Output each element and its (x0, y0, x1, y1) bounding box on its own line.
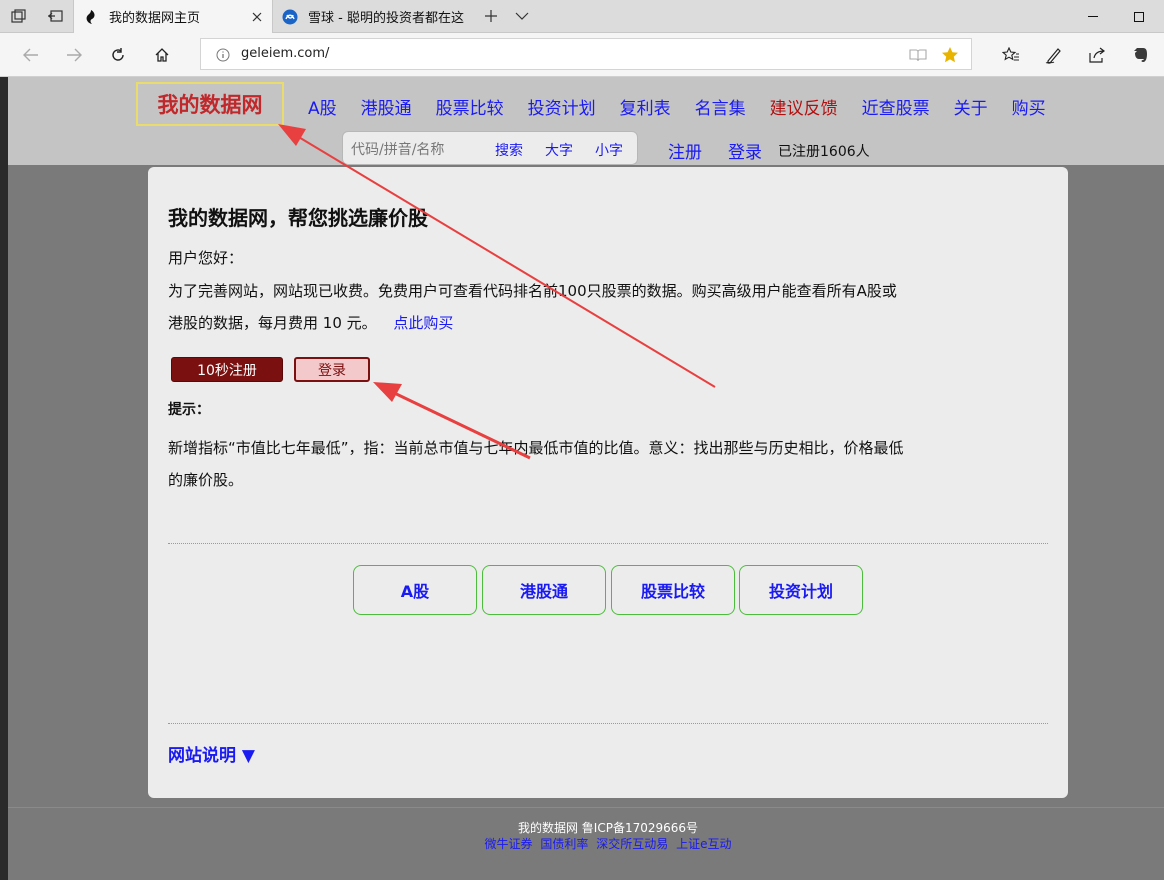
notice-text-line2: 港股的数据，每月费用 10 元。 点此购买 (168, 307, 1048, 339)
back-icon[interactable] (18, 42, 44, 68)
nav-feedback[interactable]: 建议反馈 (770, 94, 838, 120)
nav-compound-table[interactable]: 复利表 (620, 94, 671, 120)
quick-a-shares-button[interactable]: A股 (353, 565, 477, 615)
login-button[interactable]: 登录 (294, 357, 370, 382)
register-link[interactable]: 注册 (668, 138, 702, 163)
info-icon[interactable] (215, 47, 231, 63)
site-header: 我的数据网 A股 港股通 股票比较 投资计划 复利表 名言集 建议反馈 近查股票… (8, 77, 1164, 165)
tab-mydata-home[interactable]: 我的数据网主页 (73, 0, 273, 33)
main-nav: A股 港股通 股票比较 投资计划 复利表 名言集 建议反馈 近查股票 关于 购买 (308, 94, 1070, 120)
page-title: 我的数据网，帮您挑选廉价股 (168, 206, 428, 230)
footer-divider (8, 807, 1164, 808)
registered-count: 已注册1606人 (778, 144, 870, 160)
tab-title: 雪球 - 聪明的投资者都在这 (308, 11, 464, 26)
search-input[interactable]: 代码/拼音/名称 (351, 139, 444, 159)
quick-stock-compare-button[interactable]: 股票比较 (611, 565, 735, 615)
footer-copyright: 我的数据网 鲁ICP备17029666号 (517, 821, 699, 835)
set-aside-tabs-icon[interactable] (44, 6, 66, 26)
pen-icon[interactable] (1041, 42, 1067, 68)
notice-text: 港股的数据，每月费用 10 元。 (168, 314, 377, 332)
small-font-button[interactable]: 小字 (595, 140, 623, 160)
forward-icon[interactable] (61, 42, 87, 68)
main-card: 我的数据网，帮您挑选廉价股 用户您好： 为了完善网站，网站现已收费。免费用户可查… (148, 167, 1068, 798)
tip-text-line1: 新增指标“市值比七年最低”，指：当前总市值与七年内最低市值的比值。意义：找出那些… (168, 439, 904, 457)
quick-hk-connect-button[interactable]: 港股通 (482, 565, 606, 615)
snowball-favicon-icon (282, 9, 298, 25)
site-description-toggle[interactable]: 网站说明 ▼ (168, 741, 255, 766)
login-link[interactable]: 登录 (728, 138, 762, 163)
nav-a-shares[interactable]: A股 (308, 94, 337, 120)
address-bar[interactable]: geleiem.com/ (200, 38, 972, 70)
tip-text-line2: 的廉价股。 (168, 471, 244, 489)
minimize-icon[interactable] (1070, 0, 1116, 33)
maximize-icon[interactable] (1116, 0, 1162, 33)
quick-invest-plan-button[interactable]: 投资计划 (739, 565, 863, 615)
evernote-icon[interactable] (1128, 42, 1154, 68)
divider (168, 543, 1048, 544)
tip-label: 提示： (168, 402, 210, 418)
browser-tab-bar: 我的数据网主页 雪球 - 聪明的投资者都在这 (0, 0, 1164, 33)
nav-invest-plan[interactable]: 投资计划 (528, 94, 596, 120)
notice-text-line1: 为了完善网站，网站现已收费。免费用户可查看代码排名前100只股票的数据。购买高级… (168, 282, 897, 300)
reading-view-icon[interactable] (905, 42, 931, 68)
home-icon[interactable] (149, 42, 175, 68)
close-tab-icon[interactable] (246, 6, 268, 28)
favorite-star-icon[interactable] (937, 42, 963, 68)
greeting-text: 用户您好： (168, 249, 244, 267)
nav-recent-stocks[interactable]: 近查股票 (862, 94, 930, 120)
share-icon[interactable] (1084, 42, 1110, 68)
nav-quotes[interactable]: 名言集 (695, 94, 746, 120)
new-tab-icon[interactable] (480, 6, 502, 26)
leaf-favicon-icon (83, 9, 99, 25)
footer-link-sse-interact[interactable]: 上证e互动 (676, 837, 731, 851)
site-logo[interactable]: 我的数据网 (136, 82, 284, 126)
divider (168, 723, 1048, 724)
favorites-hub-icon[interactable] (998, 42, 1024, 68)
tab-preview-icon[interactable] (8, 6, 30, 26)
nav-about[interactable]: 关于 (954, 94, 988, 120)
window-edge (0, 77, 8, 880)
refresh-icon[interactable] (105, 42, 131, 68)
nav-stock-compare[interactable]: 股票比较 (436, 94, 504, 120)
chevron-down-icon[interactable] (511, 6, 533, 26)
tab-title: 我的数据网主页 (109, 11, 201, 26)
big-font-button[interactable]: 大字 (545, 140, 573, 160)
footer-link-weiniu[interactable]: 微牛证券 (485, 837, 533, 851)
stock-search-bar: 代码/拼音/名称 搜索 大字 小字 (342, 131, 638, 165)
footer-link-bond-rate[interactable]: 国债利率 (540, 837, 588, 851)
tab-xueqiu[interactable]: 雪球 - 聪明的投资者都在这 (273, 0, 473, 33)
browser-toolbar: geleiem.com/ (0, 33, 1164, 77)
footer-links: 微牛证券 国债利率 深交所互动易 上证e互动 (0, 835, 1164, 852)
register-button[interactable]: 10秒注册 (171, 357, 283, 382)
nav-buy[interactable]: 购买 (1012, 94, 1046, 120)
nav-hk-connect[interactable]: 港股通 (361, 94, 412, 120)
buy-link[interactable]: 点此购买 (393, 314, 453, 332)
url-text: geleiem.com/ (241, 46, 330, 61)
footer-link-szse-interact[interactable]: 深交所互动易 (596, 837, 668, 851)
search-button[interactable]: 搜索 (495, 140, 523, 160)
